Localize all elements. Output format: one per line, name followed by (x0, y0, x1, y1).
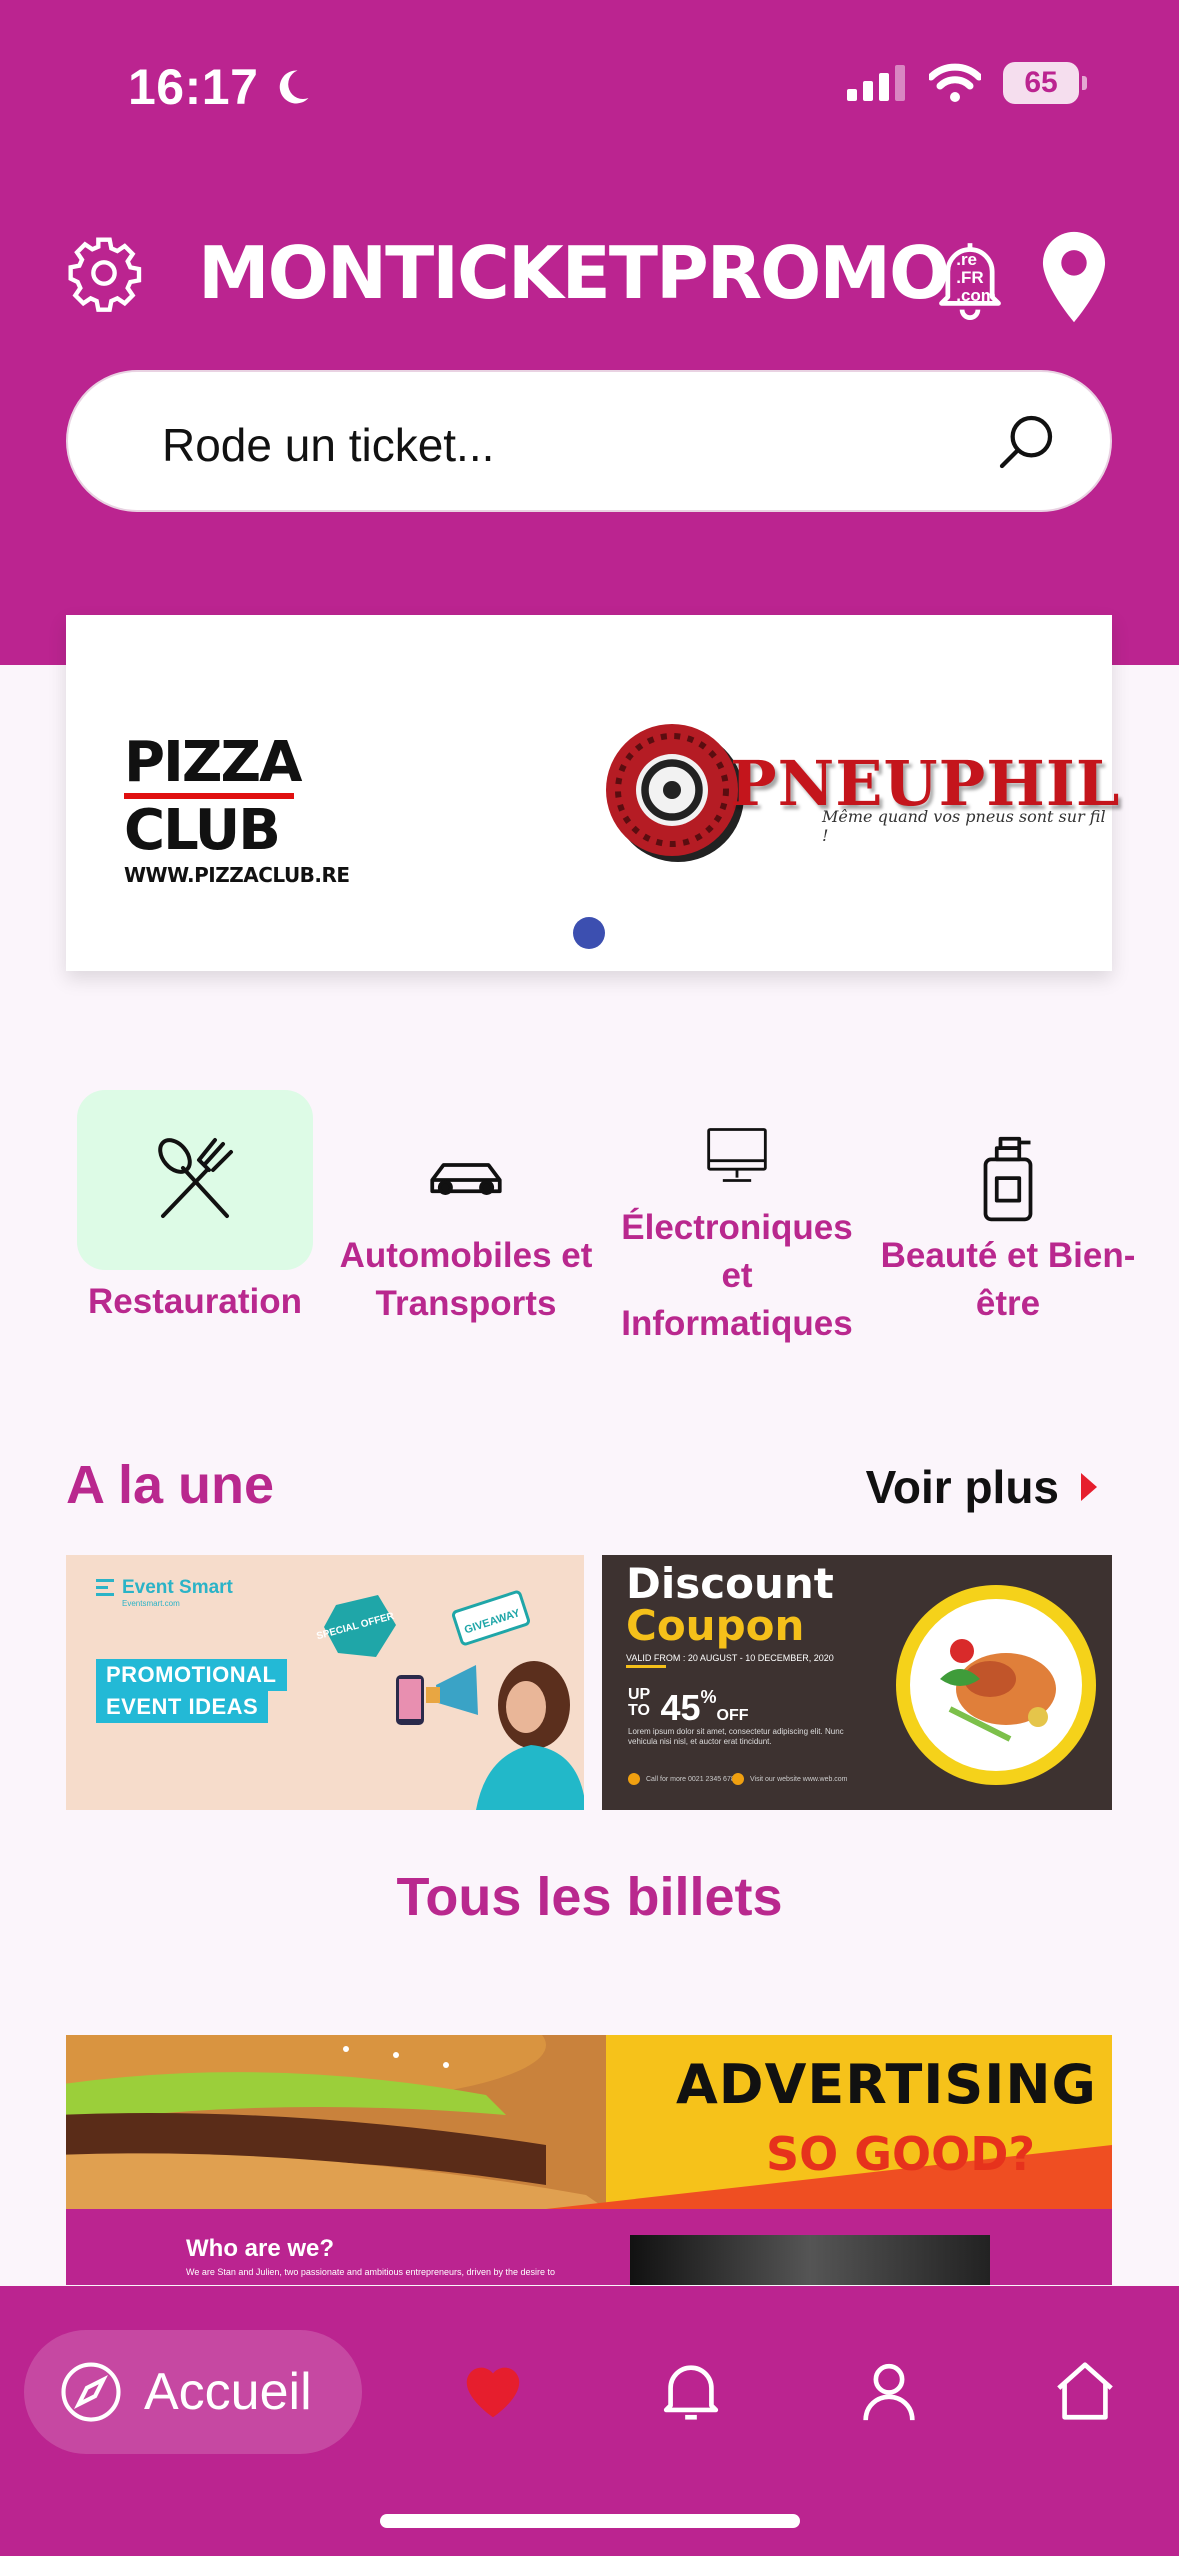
ticket-card-advertising[interactable]: ADVERTISING SO GOOD? Who are we? We are … (66, 2035, 1112, 2285)
bell-icon[interactable] (656, 2356, 726, 2426)
menu-logo-icon (96, 1579, 114, 1596)
moon-icon (280, 70, 309, 104)
search-input[interactable]: Rode un ticket... (162, 418, 494, 472)
notification-bell-icon[interactable] (932, 233, 1008, 323)
utensils-icon (158, 1138, 233, 1218)
logo-text: MONTICKETPROMO (198, 231, 950, 315)
category-label: Automobiles et Transports (339, 1236, 593, 1323)
woman-megaphone-illustration (396, 1661, 584, 1810)
gear-icon[interactable] (64, 233, 144, 313)
promo-card-discount-coupon[interactable]: Discount Coupon VALID FROM : 20 AUGUST -… (602, 1555, 1112, 1810)
compass-icon (61, 2362, 121, 2422)
promo-card-event-smart[interactable]: Event Smart Eventsmart.com PROMOTIONAL E… (66, 1555, 584, 1810)
see-more-link[interactable]: Voir plus (866, 1460, 1097, 1514)
arrow-right-icon (1081, 1473, 1097, 1501)
ad-photo (630, 2235, 990, 2285)
coupon-title: Discount Coupon (626, 1559, 834, 1650)
location-pin-icon[interactable] (1040, 229, 1108, 325)
featured-title: A la une (66, 1455, 275, 1515)
battery-indicator: 65 (1003, 62, 1087, 104)
carousel-dot[interactable] (573, 917, 605, 949)
pizza-club-logo[interactable]: PIZZA CLUB WWW.PIZZACLUB.RE (124, 735, 350, 887)
computer-icon (707, 1128, 767, 1182)
app-logo: MONTICKETPROMO .re .FR .com (198, 237, 996, 309)
category-tile[interactable] (619, 1090, 855, 1220)
search-bar[interactable]: Rode un ticket... (66, 370, 1112, 512)
all-tickets-title: Tous les billets (396, 1867, 783, 1927)
home-indicator[interactable] (380, 2514, 800, 2528)
nav-home-button[interactable]: Accueil (24, 2330, 362, 2454)
category-beaute[interactable]: Beauté et Bien-être (878, 1090, 1138, 1328)
wifi-icon (929, 63, 981, 102)
status-icons: 65 (847, 62, 1087, 104)
food-plate-image (896, 1585, 1096, 1785)
perfume-icon (983, 1136, 1033, 1222)
heart-icon[interactable] (458, 2356, 528, 2426)
category-electroniques[interactable]: Électroniques et Informatiques (607, 1090, 867, 1348)
car-icon (430, 1163, 502, 1195)
pneuphil-slogan: Même quand vos pneus sont sur fil ! (822, 807, 1106, 845)
app-header: MONTICKETPROMO .re .FR .com (0, 225, 1179, 335)
status-time: 16:17 (128, 58, 314, 116)
tyre-logo-icon (606, 724, 744, 862)
category-label: Électroniques et Informatiques (621, 1208, 853, 1343)
category-restauration[interactable]: Restauration (65, 1090, 325, 1326)
house-icon[interactable] (1050, 2356, 1120, 2426)
partner-banner-carousel[interactable]: PIZZA CLUB WWW.PIZZACLUB.RE PNEUPHIL Mêm… (66, 615, 1119, 971)
category-tile[interactable] (77, 1090, 313, 1270)
category-label: Beauté et Bien-être (880, 1236, 1136, 1323)
category-automobiles[interactable]: Automobiles et Transports (336, 1090, 596, 1328)
user-icon[interactable] (854, 2356, 924, 2426)
search-icon[interactable] (994, 410, 1058, 474)
signal-icon (847, 65, 905, 101)
nav-home-label: Accueil (144, 2363, 312, 2421)
burger-image (66, 2035, 606, 2209)
